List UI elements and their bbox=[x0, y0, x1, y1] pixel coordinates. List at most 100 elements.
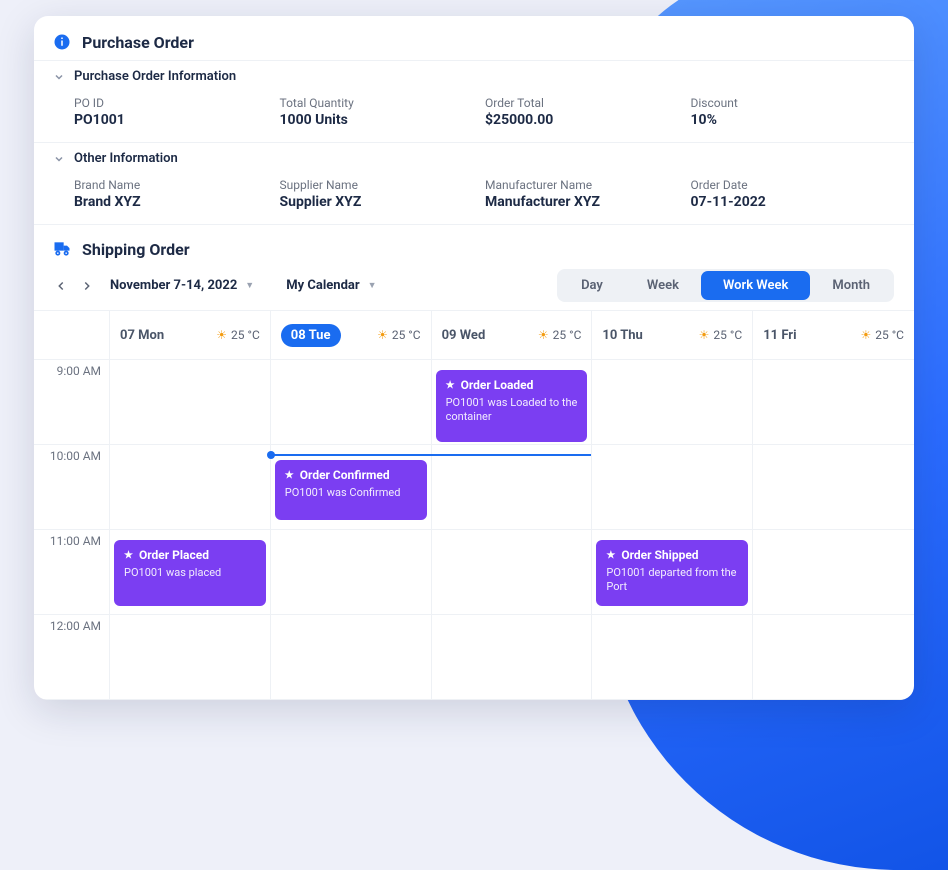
field-label: Manufacturer Name bbox=[485, 178, 691, 192]
field-label: Order Date bbox=[691, 178, 897, 192]
tab-work-week[interactable]: Work Week bbox=[701, 271, 810, 300]
day-column-mon[interactable]: ★Order Placed PO1001 was placed bbox=[110, 360, 271, 700]
date-range-label: November 7-14, 2022 bbox=[110, 278, 237, 293]
day-label: 11 Fri bbox=[763, 328, 796, 343]
field-value: 10% bbox=[691, 112, 897, 128]
calendar-dropdown-label: My Calendar bbox=[286, 278, 359, 293]
weather: ☀ 25 °C bbox=[377, 328, 421, 342]
day-label-active: 08 Tue bbox=[281, 324, 341, 347]
field-manufacturer: Manufacturer Name Manufacturer XYZ bbox=[485, 178, 691, 210]
date-range-dropdown[interactable]: November 7-14, 2022 ▼ bbox=[110, 278, 254, 293]
day-header-tue[interactable]: 08 Tue ☀ 25 °C bbox=[271, 311, 432, 359]
weather: ☀25 °C bbox=[699, 328, 743, 342]
field-order-total: Order Total $25000.00 bbox=[485, 96, 691, 128]
sun-icon: ☀ bbox=[699, 328, 710, 342]
sun-icon: ☀ bbox=[377, 328, 388, 342]
calendar-toolbar: November 7-14, 2022 ▼ My Calendar ▼ Day … bbox=[34, 269, 914, 310]
field-label: PO ID bbox=[74, 96, 280, 110]
truck-icon bbox=[52, 239, 72, 259]
day-column-wed[interactable]: ★ Order Loaded PO1001 was Loaded to the c… bbox=[432, 360, 593, 700]
event-order-placed[interactable]: ★Order Placed PO1001 was placed bbox=[114, 540, 266, 606]
tab-week[interactable]: Week bbox=[625, 271, 701, 300]
chevron-down-icon bbox=[52, 152, 66, 166]
time-label: 12:00 AM bbox=[34, 615, 109, 700]
temp: 25 °C bbox=[231, 328, 260, 342]
temp: 25 °C bbox=[713, 328, 742, 342]
day-label: 10 Thu bbox=[602, 328, 642, 343]
day-header-fri[interactable]: 11 Fri ☀25 °C bbox=[753, 311, 914, 359]
time-label: 11:00 AM bbox=[34, 530, 109, 615]
view-tabs: Day Week Work Week Month bbox=[557, 269, 894, 302]
day-header-thu[interactable]: 10 Thu ☀25 °C bbox=[592, 311, 753, 359]
event-desc: PO1001 was placed bbox=[124, 566, 256, 580]
field-label: Supplier Name bbox=[280, 178, 486, 192]
field-value: 07-11-2022 bbox=[691, 194, 897, 210]
field-po-id: PO ID PO1001 bbox=[74, 96, 280, 128]
weather: ☀ 25 °C bbox=[216, 328, 260, 342]
event-desc: PO1001 was Confirmed bbox=[285, 486, 417, 500]
sun-icon: ☀ bbox=[216, 328, 227, 342]
star-icon: ★ bbox=[446, 380, 455, 391]
time-label: 10:00 AM bbox=[34, 445, 109, 530]
event-desc: PO1001 departed from the Port bbox=[606, 566, 738, 595]
prev-button[interactable] bbox=[50, 275, 72, 297]
event-title: Order Loaded bbox=[461, 378, 534, 392]
event-order-shipped[interactable]: ★ Order Shipped PO1001 departed from the … bbox=[596, 540, 748, 606]
triangle-down-icon: ▼ bbox=[245, 280, 254, 291]
other-fields-row: Brand Name Brand XYZ Supplier Name Suppl… bbox=[34, 174, 914, 224]
time-label: 9:00 AM bbox=[34, 360, 109, 445]
chevron-down-icon bbox=[52, 70, 66, 84]
po-info-subheader[interactable]: Purchase Order Information bbox=[34, 60, 914, 92]
temp: 25 °C bbox=[875, 328, 904, 342]
field-supplier: Supplier Name Supplier XYZ bbox=[280, 178, 486, 210]
shipping-section-header: Shipping Order bbox=[34, 224, 914, 269]
field-value: Brand XYZ bbox=[74, 194, 280, 210]
star-icon: ★ bbox=[606, 550, 615, 561]
day-header-wed[interactable]: 09 Wed ☀ 25 °C bbox=[432, 311, 593, 359]
event-desc: PO1001 was Loaded to the container bbox=[446, 396, 578, 425]
triangle-down-icon: ▼ bbox=[368, 280, 377, 291]
field-discount: Discount 10% bbox=[691, 96, 897, 128]
info-icon bbox=[52, 32, 72, 52]
tab-day[interactable]: Day bbox=[559, 271, 625, 300]
field-quantity: Total Quantity 1000 Units bbox=[280, 96, 486, 128]
field-value: PO1001 bbox=[74, 112, 280, 128]
field-value: 1000 Units bbox=[280, 112, 486, 128]
sun-icon: ☀ bbox=[538, 328, 549, 342]
nav-buttons bbox=[50, 275, 98, 297]
time-column: 9:00 AM 10:00 AM 11:00 AM 12:00 AM bbox=[34, 360, 110, 700]
temp: 25 °C bbox=[553, 328, 582, 342]
star-icon: ★ bbox=[285, 470, 294, 481]
po-section-header: Purchase Order bbox=[34, 16, 914, 60]
day-header-mon[interactable]: 07 Mon ☀ 25 °C bbox=[110, 311, 271, 359]
shipping-title: Shipping Order bbox=[82, 240, 190, 259]
calendar: 07 Mon ☀25 °C 08 Tue ☀25 °C 09 Wed ☀25 °… bbox=[34, 310, 914, 700]
time-column-header bbox=[34, 311, 110, 359]
weather: ☀25 °C bbox=[860, 328, 904, 342]
tab-month[interactable]: Month bbox=[810, 271, 892, 300]
event-title: Order Shipped bbox=[621, 548, 698, 562]
calendar-dropdown[interactable]: My Calendar ▼ bbox=[286, 278, 376, 293]
field-value: $25000.00 bbox=[485, 112, 691, 128]
event-order-confirmed[interactable]: ★Order Confirmed PO1001 was Confirmed bbox=[275, 460, 427, 520]
next-button[interactable] bbox=[76, 275, 98, 297]
event-title: Order Placed bbox=[139, 548, 209, 562]
po-title: Purchase Order bbox=[82, 33, 194, 52]
day-label: 07 Mon bbox=[120, 328, 164, 343]
purchase-order-card: Purchase Order Purchase Order Informatio… bbox=[34, 16, 914, 700]
po-info-label: Purchase Order Information bbox=[74, 69, 236, 84]
day-column-tue[interactable]: ★Order Confirmed PO1001 was Confirmed bbox=[271, 360, 432, 700]
field-label: Total Quantity bbox=[280, 96, 486, 110]
day-column-fri[interactable] bbox=[753, 360, 914, 700]
calendar-body: 9:00 AM 10:00 AM 11:00 AM 12:00 AM ★Orde… bbox=[34, 360, 914, 700]
field-brand: Brand Name Brand XYZ bbox=[74, 178, 280, 210]
temp: 25 °C bbox=[392, 328, 421, 342]
calendar-header-row: 07 Mon ☀25 °C 08 Tue ☀25 °C 09 Wed ☀25 °… bbox=[34, 311, 914, 360]
field-label: Brand Name bbox=[74, 178, 280, 192]
other-info-subheader[interactable]: Other Information bbox=[34, 142, 914, 174]
event-order-loaded[interactable]: ★ Order Loaded PO1001 was Loaded to the c… bbox=[436, 370, 588, 442]
weather: ☀ 25 °C bbox=[538, 328, 582, 342]
other-info-label: Other Information bbox=[74, 151, 178, 166]
day-column-thu[interactable]: ★ Order Shipped PO1001 departed from the … bbox=[592, 360, 753, 700]
day-label: 09 Wed bbox=[442, 328, 486, 343]
